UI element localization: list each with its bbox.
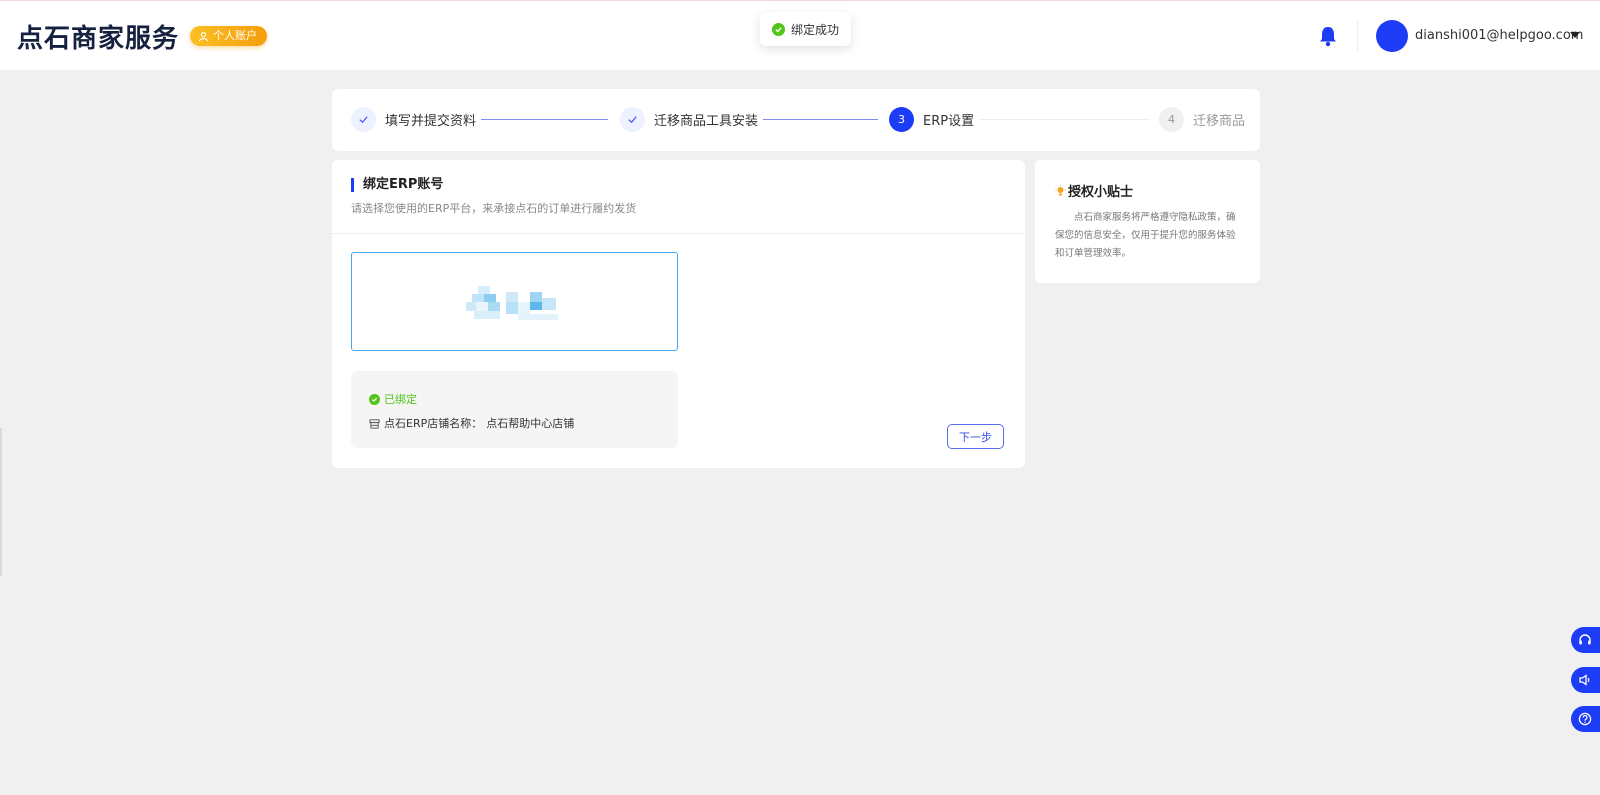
step-label: 迁移商品工具安装 bbox=[654, 114, 759, 129]
binding-info: 已绑定 点石ERP店铺名称： 点石帮助中心店铺 bbox=[351, 371, 678, 448]
customer-service-button[interactable] bbox=[1571, 627, 1600, 653]
account-badge-label: 个人账户 bbox=[213, 29, 257, 42]
headset-icon bbox=[1579, 634, 1591, 645]
shop-name-line: 点石ERP店铺名称： 点石帮助中心店铺 bbox=[369, 415, 574, 431]
bound-status-label: 已绑定 bbox=[384, 393, 417, 406]
user-email[interactable]: dianshi001@helpgoo.com bbox=[1415, 28, 1583, 43]
step-1: 填写并提交资料 bbox=[351, 107, 476, 132]
question-icon bbox=[1578, 712, 1592, 726]
shop-name-value: 点石帮助中心店铺 bbox=[486, 417, 575, 430]
bound-status: 已绑定 bbox=[369, 391, 417, 407]
bell-icon[interactable] bbox=[1318, 25, 1338, 47]
header-divider bbox=[1357, 21, 1358, 51]
store-icon bbox=[369, 418, 380, 429]
tips-title: 授权小贴士 bbox=[1055, 181, 1133, 200]
tips-body: 点石商家服务将严格遵守隐私政策，确保您的信息安全，仅用于提升您的服务体验和订单管… bbox=[1055, 212, 1236, 259]
brand-logo[interactable]: 点石商家服务 bbox=[17, 18, 179, 55]
erp-logo-pixelated bbox=[466, 286, 558, 320]
chevron-down-icon[interactable] bbox=[1570, 32, 1580, 38]
tips-title-text: 授权小贴士 bbox=[1068, 185, 1134, 200]
step-3: 3 ERP设置 bbox=[889, 107, 974, 132]
avatar[interactable] bbox=[1376, 20, 1408, 52]
toast-message: 绑定成功 bbox=[791, 22, 840, 37]
help-button[interactable] bbox=[1571, 706, 1600, 732]
erp-platform-option[interactable] bbox=[351, 252, 678, 351]
check-circle-icon bbox=[772, 22, 785, 36]
left-drawer-handle[interactable] bbox=[0, 428, 2, 576]
step-2: 迁移商品工具安装 bbox=[620, 107, 758, 132]
next-step-button[interactable]: 下一步 bbox=[947, 424, 1004, 449]
step-number: 3 bbox=[889, 107, 914, 132]
check-circle-icon bbox=[369, 393, 380, 405]
check-icon bbox=[351, 107, 376, 132]
card-title: 绑定ERP账号 bbox=[351, 178, 443, 192]
step-number: 4 bbox=[1159, 107, 1184, 132]
shop-name-label: 点石ERP店铺名称： bbox=[384, 417, 483, 430]
success-toast: 绑定成功 bbox=[760, 12, 852, 46]
step-label: 迁移商品 bbox=[1193, 114, 1246, 129]
card-subtitle: 请选择您使用的ERP平台，来承接点石的订单进行履约发货 bbox=[351, 202, 637, 215]
lightbulb-icon bbox=[1055, 184, 1066, 195]
erp-bind-card: 绑定ERP账号 请选择您使用的ERP平台，来承接点石的订单进行履约发货 已绑定 bbox=[332, 160, 1025, 468]
step-label: ERP设置 bbox=[923, 114, 975, 129]
tips-card: 授权小贴士 点石商家服务将严格遵守隐私政策，确保您的信息安全，仅用于提升您的服务… bbox=[1035, 160, 1260, 283]
speaker-icon bbox=[1579, 674, 1590, 686]
card-divider bbox=[332, 233, 1025, 234]
check-icon bbox=[620, 107, 645, 132]
step-connector bbox=[980, 119, 1150, 120]
step-4: 4 迁移商品 bbox=[1159, 107, 1245, 132]
step-label: 填写并提交资料 bbox=[385, 114, 477, 129]
step-connector bbox=[763, 119, 878, 120]
progress-steps: 填写并提交资料 迁移商品工具安装 3 ERP设置 4 迁移商品 bbox=[332, 89, 1260, 151]
announcement-button[interactable] bbox=[1571, 667, 1600, 693]
user-icon bbox=[198, 31, 209, 41]
account-type-badge[interactable]: 个人账户 bbox=[190, 26, 267, 46]
step-connector bbox=[481, 119, 608, 120]
